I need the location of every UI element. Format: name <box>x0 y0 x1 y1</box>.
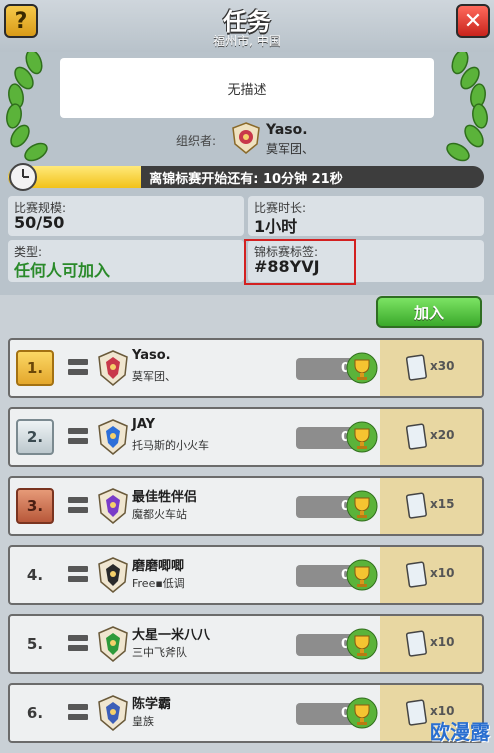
clan-badge-icon <box>232 122 260 154</box>
player-row[interactable]: 2. JAY 托马斯的小火车 0 x20 <box>8 407 484 467</box>
equal-icon <box>68 428 88 446</box>
clan-badge-icon <box>98 419 128 455</box>
clan-badge-icon <box>98 626 128 662</box>
reward-multiplier: x15 <box>430 497 455 511</box>
player-row[interactable]: 1. Yaso. 莫军团、 0 x30 <box>8 338 484 398</box>
player-clan: 三中飞斧队 <box>132 646 187 659</box>
player-clan: 莫军团、 <box>132 370 176 383</box>
trophy-icon <box>346 421 378 453</box>
trophy-icon <box>346 490 378 522</box>
trophy-icon <box>346 559 378 591</box>
reward-multiplier: x30 <box>430 359 455 373</box>
size-value: 50/50 <box>14 213 65 232</box>
reward-multiplier: x10 <box>430 635 455 649</box>
join-button[interactable]: 加入 <box>376 296 482 328</box>
timer-text: 离锦标赛开始还有: 10分钟 21秒 <box>149 172 343 187</box>
organizer-clan: 莫军团、 <box>266 142 315 156</box>
location-text: 福州市, 中国 <box>213 34 281 48</box>
player-name: JAY <box>132 417 156 432</box>
close-button[interactable]: ✕ <box>456 4 490 38</box>
size-info: 比赛规模: 50/50 <box>8 196 244 236</box>
player-clan: 托马斯的小火车 <box>132 439 209 452</box>
clan-badge-icon <box>98 695 128 731</box>
organizer-name: Yaso. <box>266 122 308 138</box>
rank-badge: 2. <box>16 419 54 455</box>
clan-badge-icon <box>98 350 128 386</box>
rank-badge: 6. <box>26 704 44 722</box>
player-name: 陈学霸 <box>132 697 172 712</box>
player-row[interactable]: 3. 最佳牲伴侣 魔都火车站 0 x15 <box>8 476 484 536</box>
player-clan: 魔都火车站 <box>132 508 187 521</box>
equal-icon <box>68 704 88 722</box>
equal-icon <box>68 635 88 653</box>
trophy-icon <box>346 352 378 384</box>
equal-icon <box>68 497 88 515</box>
type-value: 任何人可加入 <box>14 261 111 280</box>
watermark: 欧漫露 <box>430 720 490 744</box>
clock-icon <box>9 163 37 191</box>
player-name: 最佳牲伴侣 <box>132 490 198 505</box>
player-row[interactable]: 5. 大星一米八八 三中飞斧队 0 x10 <box>8 614 484 674</box>
player-name: Yaso. <box>132 348 171 363</box>
player-name: 磨磨唧唧 <box>132 559 185 574</box>
laurel-left-icon <box>6 52 48 162</box>
laurel-right-icon <box>446 52 488 162</box>
reward-multiplier: x20 <box>430 428 455 442</box>
card-icon <box>406 354 427 381</box>
trophy-icon <box>346 697 378 729</box>
card-icon <box>406 561 427 588</box>
type-info: 类型: 任何人可加入 <box>8 240 244 282</box>
rank-badge: 1. <box>16 350 54 386</box>
equal-icon <box>68 359 88 377</box>
card-icon <box>406 423 427 450</box>
trophy-icon <box>346 628 378 660</box>
title-bar: ? 任务 福州市, 中国 ✕ <box>0 0 494 52</box>
tag-highlight-frame <box>244 239 356 285</box>
player-row[interactable]: 4. 磨磨唧唧 Free▪低调 0 x10 <box>8 545 484 605</box>
clan-badge-icon <box>98 557 128 593</box>
card-icon <box>406 630 427 657</box>
rank-badge: 3. <box>16 488 54 524</box>
description-box: 无描述 <box>60 58 434 118</box>
player-clan: Free▪低调 <box>132 577 185 590</box>
player-name: 大星一米八八 <box>132 628 211 643</box>
duration-info: 比赛时长: 1小时 <box>248 196 484 236</box>
rank-badge: 4. <box>26 566 44 584</box>
clan-badge-icon <box>98 488 128 524</box>
start-timer-bar: 离锦标赛开始还有: 10分钟 21秒 <box>8 166 484 188</box>
reward-multiplier: x10 <box>430 566 455 580</box>
duration-value: 1小时 <box>254 217 298 236</box>
player-clan: 皇族 <box>132 715 154 728</box>
rank-badge: 5. <box>26 635 44 653</box>
card-icon <box>406 492 427 519</box>
equal-icon <box>68 566 88 584</box>
organizer-label: 组织者: <box>176 134 217 148</box>
